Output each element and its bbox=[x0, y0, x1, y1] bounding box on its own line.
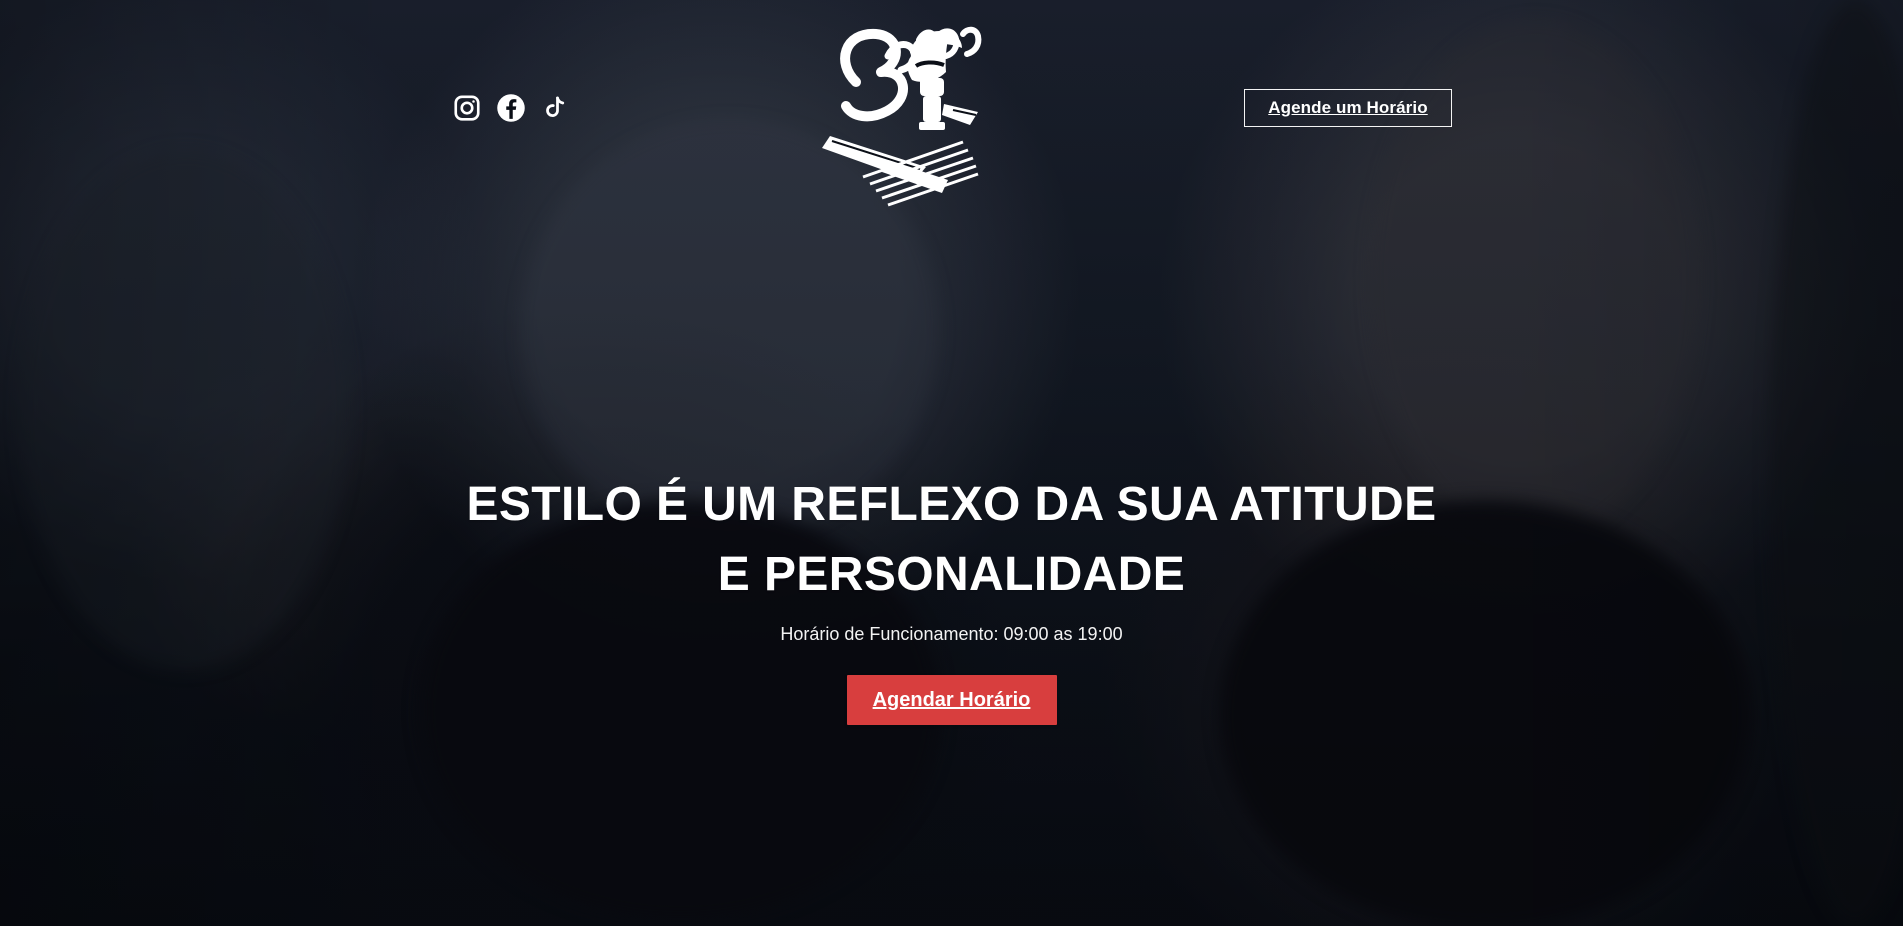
barber-logo-icon bbox=[822, 26, 982, 207]
hero-content: ESTILO É UM REFLEXO DA SUA ATITUDE E PER… bbox=[0, 470, 1903, 725]
brand-logo[interactable]: Barber bbox=[818, 12, 998, 212]
hero-headline-line-1: ESTILO É UM REFLEXO DA SUA ATITUDE bbox=[466, 478, 1437, 531]
top-navigation: Barber bbox=[0, 0, 1903, 220]
hero-headline: ESTILO É UM REFLEXO DA SUA ATITUDE E PER… bbox=[0, 470, 1903, 610]
social-links bbox=[452, 93, 570, 123]
schedule-appointment-button[interactable]: Agendar Horário bbox=[846, 675, 1057, 725]
opening-hours: Horário de Funcionamento: 09:00 as 19:00 bbox=[780, 624, 1123, 644]
tiktok-icon[interactable] bbox=[540, 93, 570, 123]
facebook-icon[interactable] bbox=[496, 93, 526, 123]
hero-section: Barber bbox=[0, 0, 1903, 926]
hero-headline-line-2: E PERSONALIDADE bbox=[717, 548, 1186, 601]
header-schedule-button[interactable]: Agende um Horário bbox=[1244, 89, 1452, 127]
instagram-icon[interactable] bbox=[452, 93, 482, 123]
